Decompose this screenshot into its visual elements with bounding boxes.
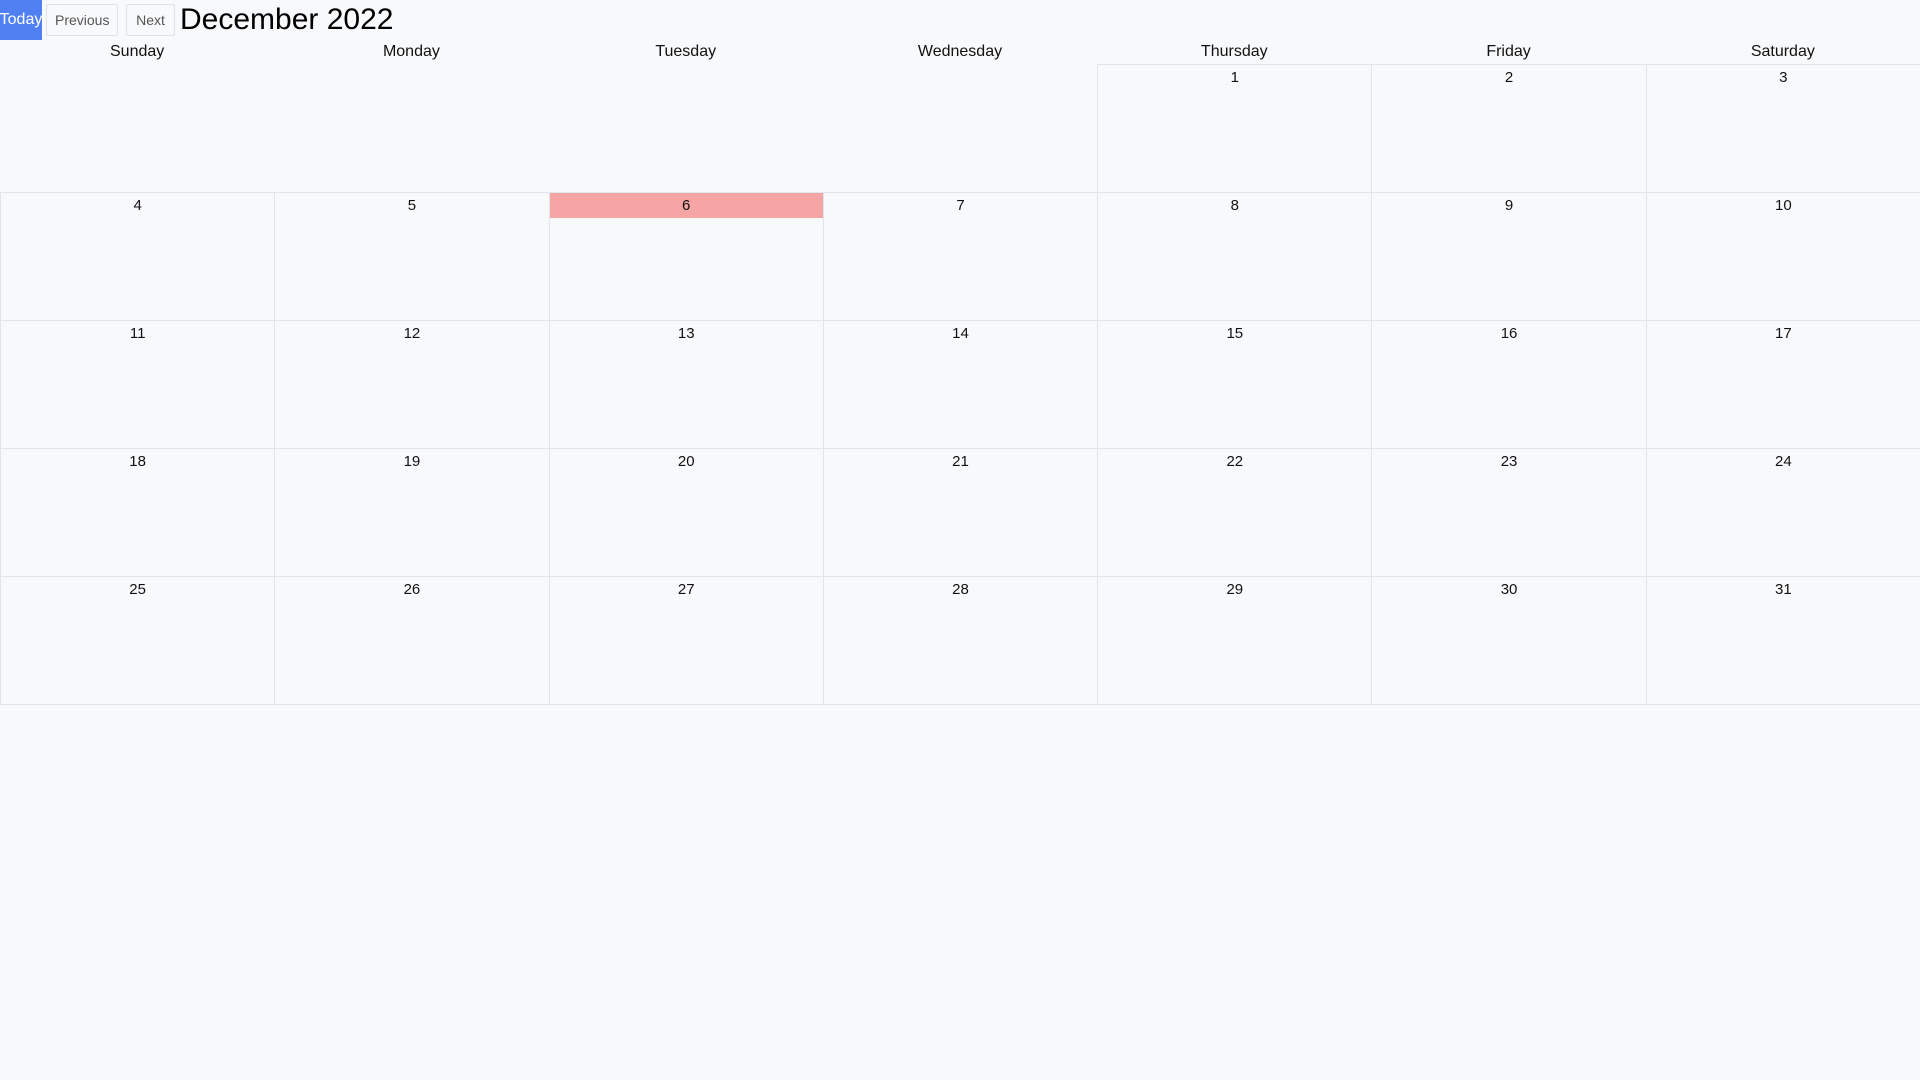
- empty-day-cell: [823, 64, 1098, 193]
- day-cell[interactable]: 29: [1097, 576, 1373, 705]
- day-number: 8: [1230, 197, 1239, 214]
- day-number: 13: [677, 325, 695, 342]
- day-number: 17: [1775, 325, 1792, 342]
- day-number: 25: [129, 581, 146, 598]
- day-cell[interactable]: 28: [822, 576, 1099, 705]
- day-number: 23: [1500, 453, 1518, 470]
- day-cell[interactable]: 31: [1645, 576, 1920, 705]
- day-number: 5: [407, 197, 417, 214]
- day-number: 24: [1775, 453, 1792, 470]
- day-number: 27: [677, 581, 695, 598]
- weekday-header: Sunday Monday Tuesday Wednesday Thursday…: [0, 40, 1920, 64]
- day-number: 10: [1775, 197, 1792, 214]
- day-number: 15: [1226, 325, 1244, 342]
- day-cell[interactable]: 26: [274, 576, 550, 705]
- day-cell[interactable]: 15: [1097, 320, 1373, 449]
- day-number: 26: [403, 581, 421, 598]
- month-title: December 2022: [180, 3, 394, 36]
- day-cell[interactable]: 10: [1645, 192, 1920, 321]
- day-cell[interactable]: 3: [1645, 64, 1920, 193]
- day-cell[interactable]: 2: [1371, 64, 1647, 193]
- day-number: 28: [952, 581, 969, 598]
- weekday-tuesday: Tuesday: [655, 43, 717, 60]
- day-cell[interactable]: 12: [274, 320, 550, 449]
- day-cell[interactable]: 19: [274, 448, 550, 577]
- day-cell[interactable]: 22: [1097, 448, 1373, 577]
- day-cell[interactable]: 18: [0, 448, 276, 577]
- day-cell[interactable]: 4: [0, 192, 276, 321]
- month-grid: 1 2 3 4 5 6 7 8 9 10 11 12 13 14 15 16 17 18 19 20 21 22 23 24 2…: [0, 64, 1920, 705]
- day-cell[interactable]: 20: [548, 448, 824, 577]
- day-number: 31: [1775, 581, 1792, 598]
- day-number: 18: [129, 453, 146, 470]
- day-number: 6: [549, 193, 823, 218]
- weekday-sunday: Sunday: [110, 43, 165, 60]
- day-number: 12: [403, 325, 421, 342]
- day-cell[interactable]: 13: [548, 320, 824, 449]
- weekday-monday: Monday: [382, 43, 440, 60]
- empty-day-cell: [549, 64, 824, 193]
- day-number: 7: [956, 197, 965, 214]
- day-cell-today[interactable]: 6: [548, 192, 824, 321]
- day-cell[interactable]: 23: [1371, 448, 1647, 577]
- day-number: 14: [952, 325, 969, 342]
- day-cell[interactable]: 24: [1645, 448, 1920, 577]
- day-number: 4: [133, 197, 142, 214]
- day-number: 16: [1500, 325, 1518, 342]
- day-cell[interactable]: 27: [548, 576, 824, 705]
- today-button[interactable]: Today: [0, 0, 42, 40]
- day-cell[interactable]: 5: [274, 192, 550, 321]
- day-cell[interactable]: 8: [1097, 192, 1373, 321]
- empty-day-cell: [0, 64, 275, 193]
- weekday-saturday: Saturday: [1750, 43, 1815, 60]
- day-number: 2: [1504, 69, 1514, 86]
- day-number: 21: [952, 453, 969, 470]
- empty-day-cell: [274, 64, 549, 193]
- calendar-toolbar: Today Previous Next December 2022: [0, 0, 393, 40]
- day-number: 19: [403, 453, 421, 470]
- day-number: 3: [1779, 69, 1788, 86]
- day-cell[interactable]: 16: [1371, 320, 1647, 449]
- day-cell[interactable]: 17: [1645, 320, 1920, 449]
- day-number: 11: [129, 325, 146, 342]
- weekday-thursday: Thursday: [1200, 43, 1268, 60]
- day-cell[interactable]: 11: [0, 320, 276, 449]
- weekday-friday: Friday: [1486, 43, 1531, 60]
- day-number: 30: [1500, 581, 1518, 598]
- day-number: 1: [1230, 69, 1239, 86]
- day-cell[interactable]: 30: [1371, 576, 1647, 705]
- day-cell[interactable]: 25: [0, 576, 276, 705]
- next-button[interactable]: Next: [126, 4, 175, 36]
- day-number: 22: [1226, 453, 1244, 470]
- day-number: 20: [677, 453, 695, 470]
- day-number: 29: [1226, 581, 1244, 598]
- day-cell[interactable]: 9: [1371, 192, 1647, 321]
- weekday-wednesday: Wednesday: [917, 43, 1003, 60]
- day-cell[interactable]: 14: [822, 320, 1099, 449]
- day-cell[interactable]: 21: [822, 448, 1099, 577]
- day-cell[interactable]: 7: [822, 192, 1099, 321]
- day-cell[interactable]: 1: [1097, 64, 1373, 193]
- previous-button[interactable]: Previous: [46, 4, 118, 36]
- day-number: 9: [1504, 197, 1514, 214]
